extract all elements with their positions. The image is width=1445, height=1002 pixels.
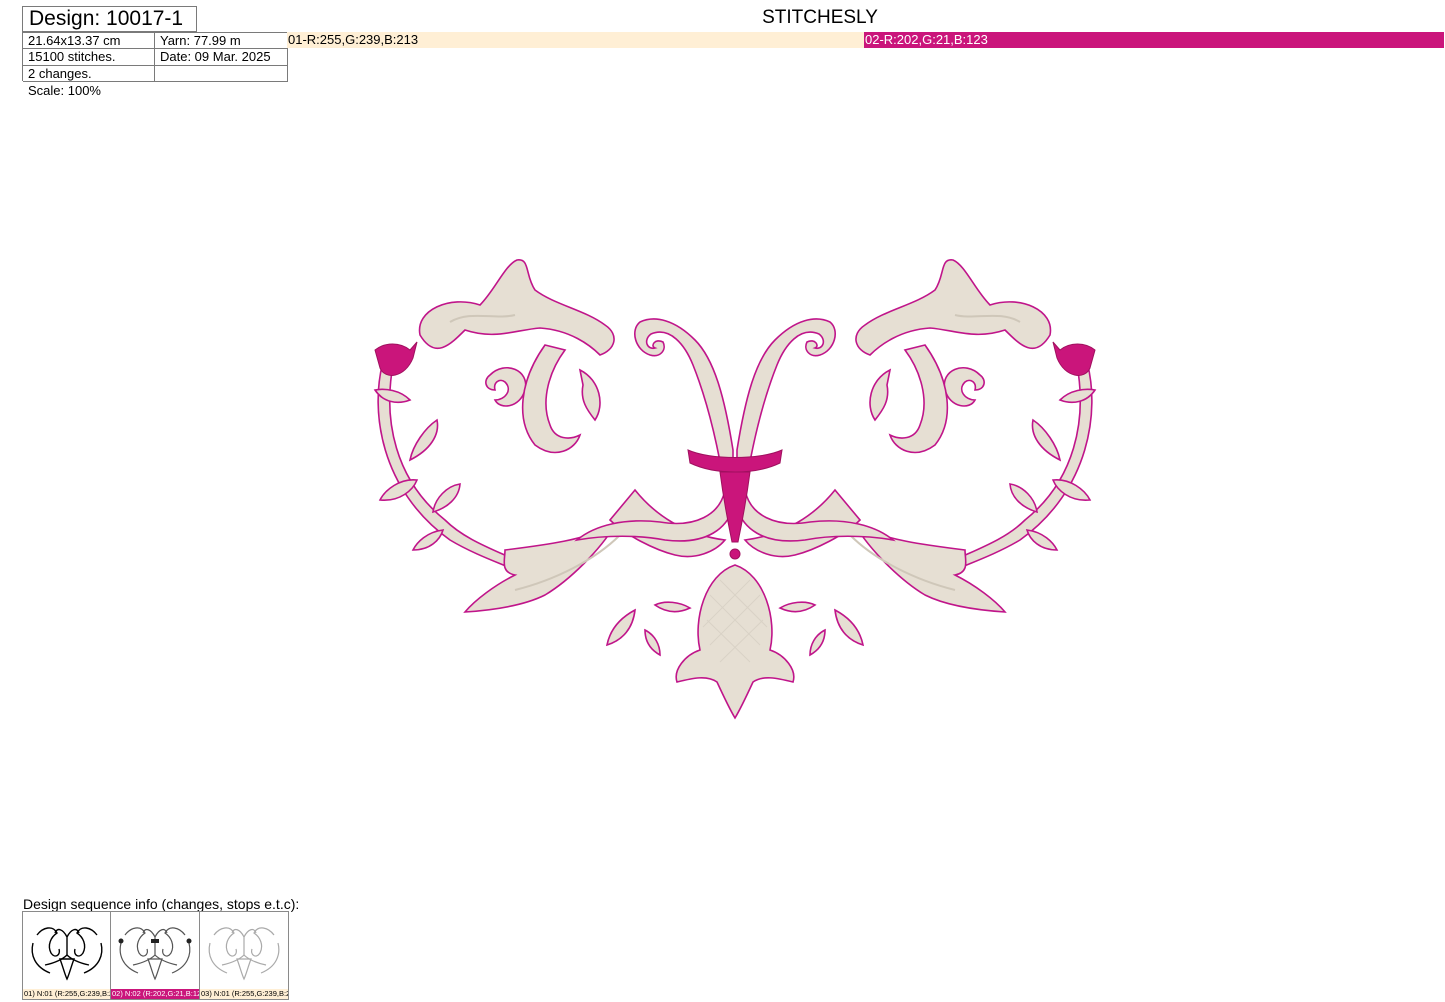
color-swatch-02: 02-R:202,G:21,B:123	[864, 32, 1444, 48]
design-info-table: 21.64x13.37 cm Yarn: 77.99 m 15100 stitc…	[22, 32, 288, 82]
center-band	[687, 449, 783, 473]
design-title: Design: 10017-1	[22, 6, 197, 32]
embroidery-design-preview: .fill-shape { fill: #e6dfd3; stroke: #c0…	[374, 258, 1096, 720]
sequence-thumb-3[interactable]: 03) N:01 (R:255,G:239,B:213)	[200, 911, 289, 1000]
sequence-thumb-2-caption: 02) N:02 (R:202,G:21,B:123)	[111, 989, 199, 999]
design-date: Date: 09 Mar. 2025	[155, 49, 288, 66]
sequence-thumb-2[interactable]: 02) N:02 (R:202,G:21,B:123)	[111, 911, 200, 1000]
color-changes: 2 changes.	[23, 66, 155, 82]
color-swatch-01: 01-R:255,G:239,B:213	[287, 32, 864, 48]
stitch-count: 15100 stitches.	[23, 49, 155, 66]
center-knot	[729, 548, 741, 560]
sequence-thumb-1-caption: 01) N:01 (R:255,G:239,B:213)	[23, 989, 110, 999]
empty-cell	[155, 66, 288, 82]
brand-name: STITCHESLY	[762, 7, 878, 28]
scale-label: Scale: 100%	[28, 83, 101, 98]
thumb-ornament-icon	[31, 927, 103, 981]
sequence-thumb-1[interactable]: 01) N:01 (R:255,G:239,B:213)	[22, 911, 111, 1000]
left-ornament-half	[374, 258, 736, 656]
sequence-thumb-3-caption: 03) N:01 (R:255,G:239,B:213)	[200, 989, 288, 999]
sequence-info-label: Design sequence info (changes, stops e.t…	[23, 896, 300, 912]
bottom-bell	[675, 564, 795, 720]
thumb-ornament-icon	[118, 927, 192, 981]
sequence-thumbnails: 01) N:01 (R:255,G:239,B:213) 02) N:02 (R…	[22, 911, 289, 1000]
yarn-length: Yarn: 77.99 m	[155, 33, 288, 49]
thumb-ornament-icon	[208, 927, 280, 981]
design-size: 21.64x13.37 cm	[23, 33, 155, 49]
right-ornament-half	[734, 258, 1096, 656]
